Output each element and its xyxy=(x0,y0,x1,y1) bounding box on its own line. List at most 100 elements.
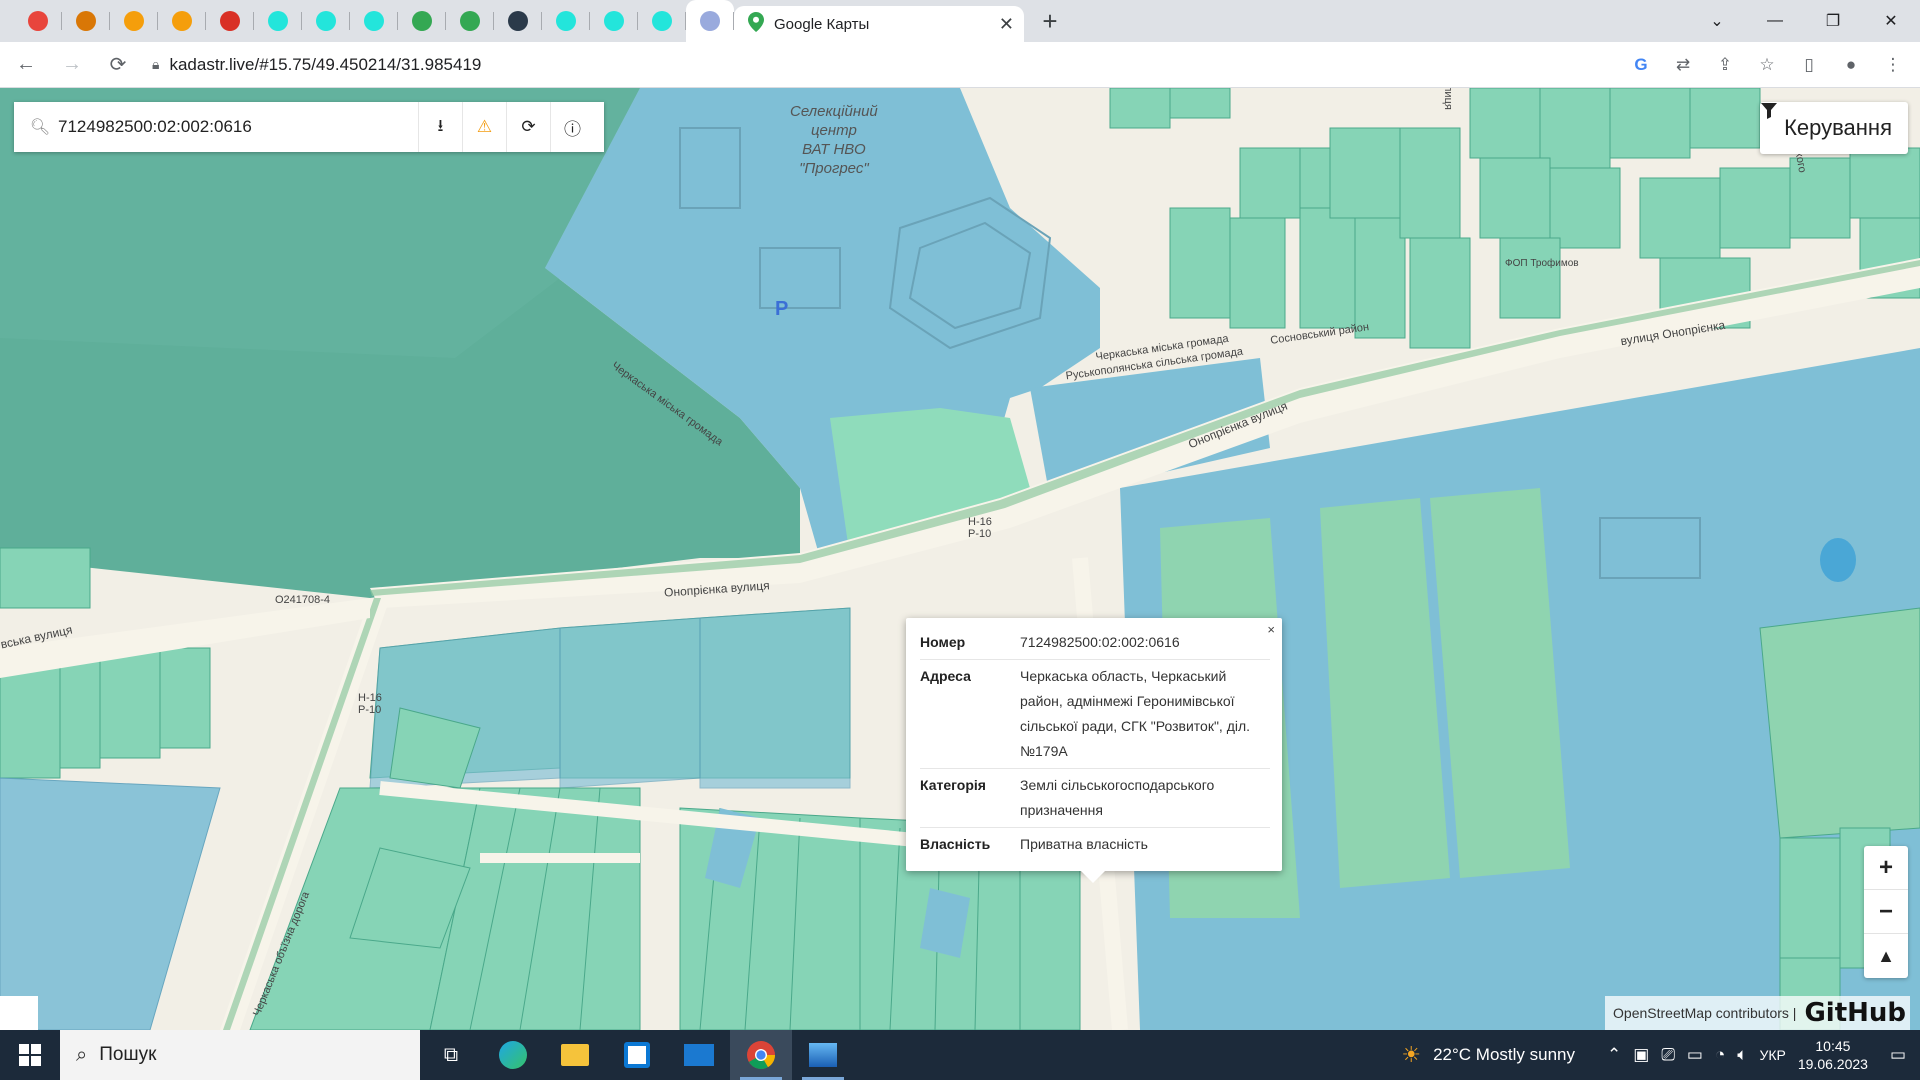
olx-icon xyxy=(364,11,384,31)
popup-value: Землі сільськогосподарського призначення xyxy=(1020,777,1215,818)
close-tab-icon[interactable]: ✕ xyxy=(999,14,1014,35)
pinned-tab[interactable] xyxy=(158,0,206,42)
close-window-button[interactable]: ✕ xyxy=(1862,0,1920,42)
github-link[interactable]: GitHub xyxy=(1804,998,1906,1028)
refresh-icon[interactable]: ⟳ xyxy=(506,102,550,152)
olx-icon xyxy=(316,11,336,31)
search-icon: ⌕ xyxy=(76,1043,88,1066)
popup-key: Номер xyxy=(920,634,966,650)
maps-pin-icon xyxy=(460,11,480,31)
start-button[interactable] xyxy=(0,1030,60,1080)
pinned-tab[interactable] xyxy=(14,0,62,42)
pinned-tab[interactable] xyxy=(398,0,446,42)
notifications-icon[interactable]: ▭ xyxy=(1890,1045,1906,1065)
tab-search-icon[interactable]: ⌄ xyxy=(1688,0,1746,42)
system-tray: ☀ 22°C Mostly sunny ⌃ ▣ ⎚ ▭ ◔ 🔈︎ УКР 10:… xyxy=(1401,1030,1920,1080)
mail-icon xyxy=(684,1044,714,1066)
bird-icon xyxy=(124,11,144,31)
pinned-tab[interactable] xyxy=(350,0,398,42)
map-canvas[interactable] xyxy=(0,88,1920,1030)
taskbar-search-placeholder: Пошук xyxy=(99,1044,157,1065)
tray-overflow-icon[interactable]: ⌃ xyxy=(1607,1045,1621,1065)
cadastral-number-input[interactable] xyxy=(58,117,418,137)
url-text: kadastr.live/#15.75/49.450214/31.985419 xyxy=(169,54,482,74)
pinned-tab[interactable] xyxy=(62,0,110,42)
taskbar-photos[interactable] xyxy=(792,1030,854,1080)
download-icon[interactable]: ⭳ xyxy=(418,102,462,152)
popup-value: Приватна власність xyxy=(1020,836,1148,852)
windows-taskbar: ⌕ Пошук ⧉ ☀ 22°C Mostly sunny ⌃ ▣ ⎚ ▭ ◔ … xyxy=(0,1030,1920,1080)
osm-attribution-link[interactable]: OpenStreetMap contributors | xyxy=(1613,1005,1796,1021)
parking-label: P xyxy=(775,298,789,320)
url-field[interactable]: 🔒︎ kadastr.live/#15.75/49.450214/31.9854… xyxy=(152,48,1612,82)
translate-icon[interactable]: ⇄ xyxy=(1666,48,1700,82)
reload-button[interactable]: ⟳ xyxy=(98,45,138,85)
profile-avatar-icon[interactable]: ● xyxy=(1834,48,1868,82)
pinned-tab[interactable] xyxy=(542,0,590,42)
task-view-button[interactable]: ⧉ xyxy=(420,1030,482,1080)
close-popup-icon[interactable]: × xyxy=(1267,622,1275,637)
task-view-icon: ⧉ xyxy=(443,1043,459,1066)
pinned-tab[interactable] xyxy=(206,0,254,42)
pinned-tabs xyxy=(0,0,734,42)
map-tile-icon xyxy=(700,11,720,31)
address-bar: ← → ⟳ 🔒︎ kadastr.live/#15.75/49.450214/3… xyxy=(0,42,1920,88)
pinned-tab[interactable] xyxy=(302,0,350,42)
label-road-h16-a: H-16 P-10 xyxy=(968,516,992,540)
display-icon[interactable]: ⎚ xyxy=(1661,1045,1675,1065)
compass-reset-north-button[interactable]: ▲ xyxy=(1864,934,1908,978)
menu-kebab-icon[interactable]: ⋮ xyxy=(1876,48,1910,82)
lock-icon[interactable]: 🔒︎ xyxy=(152,56,159,73)
info-icon[interactable]: ⓘ xyxy=(550,102,594,152)
restore-button[interactable]: ❐ xyxy=(1804,0,1862,42)
control-filter-button[interactable]: Керування xyxy=(1760,102,1908,154)
tab-google-maps[interactable]: Google Карты ✕ xyxy=(734,6,1024,42)
wifi-icon[interactable]: ◔ xyxy=(1715,1045,1725,1065)
taskbar-store[interactable] xyxy=(606,1030,668,1080)
pinned-tab[interactable] xyxy=(686,0,734,42)
photos-icon xyxy=(809,1043,837,1067)
popup-row-ownership: Власність Приватна власність xyxy=(920,828,1270,861)
minimize-button[interactable]: — xyxy=(1746,0,1804,42)
document-icon xyxy=(508,11,528,31)
windows-logo-icon xyxy=(19,1044,41,1066)
clock[interactable]: 10:45 19.06.2023 xyxy=(1798,1037,1868,1073)
toolbar-icons: G ⇄ ⇪ ☆ ▯ ● ⋮ xyxy=(1624,48,1910,82)
clock-time: 10:45 xyxy=(1815,1038,1851,1054)
zoom-controls: + − ▲ xyxy=(1864,846,1908,978)
bookmark-star-icon[interactable]: ☆ xyxy=(1750,48,1784,82)
maps-pin-icon xyxy=(748,11,764,37)
pinned-tab[interactable] xyxy=(446,0,494,42)
weather-sun-icon[interactable]: ☀ xyxy=(1401,1042,1421,1068)
pinned-tab[interactable] xyxy=(638,0,686,42)
pinned-tab[interactable] xyxy=(254,0,302,42)
meet-now-icon[interactable]: ▣ xyxy=(1633,1045,1649,1065)
search-icon: 🔍︎ xyxy=(29,119,51,136)
weather-text[interactable]: 22°C Mostly sunny xyxy=(1433,1045,1575,1065)
battery-icon[interactable]: ▭ xyxy=(1687,1045,1703,1065)
pinned-tab[interactable] xyxy=(494,0,542,42)
map-corner-control xyxy=(0,996,38,1030)
taskbar-chrome[interactable] xyxy=(730,1030,792,1080)
zoom-in-button[interactable]: + xyxy=(1864,846,1908,890)
pinned-tab[interactable] xyxy=(110,0,158,42)
taskbar-edge[interactable] xyxy=(482,1030,544,1080)
label-fop: ФОП Трофимов xyxy=(1505,258,1579,269)
google-icon[interactable]: G xyxy=(1624,48,1658,82)
label-road-code: O241708-4 xyxy=(275,594,331,606)
language-indicator[interactable]: УКР xyxy=(1759,1047,1785,1063)
back-button[interactable]: ← xyxy=(6,45,46,85)
side-panel-icon[interactable]: ▯ xyxy=(1792,48,1826,82)
zoom-out-button[interactable]: − xyxy=(1864,890,1908,934)
taskbar-file-explorer[interactable] xyxy=(544,1030,606,1080)
cadastral-map[interactable]: Селекційний центр ВАТ НВО "Прогрес" P Он… xyxy=(0,88,1920,1030)
share-icon[interactable]: ⇪ xyxy=(1708,48,1742,82)
taskbar-search-box[interactable]: ⌕ Пошук xyxy=(60,1030,420,1080)
olx-icon xyxy=(652,11,672,31)
new-tab-button[interactable]: + xyxy=(1030,3,1070,39)
warning-icon[interactable]: ⚠ xyxy=(462,102,506,152)
taskbar-mail[interactable] xyxy=(668,1030,730,1080)
forward-button[interactable]: → xyxy=(52,45,92,85)
volume-icon[interactable]: 🔈︎ xyxy=(1737,1045,1747,1065)
pinned-tab[interactable] xyxy=(590,0,638,42)
